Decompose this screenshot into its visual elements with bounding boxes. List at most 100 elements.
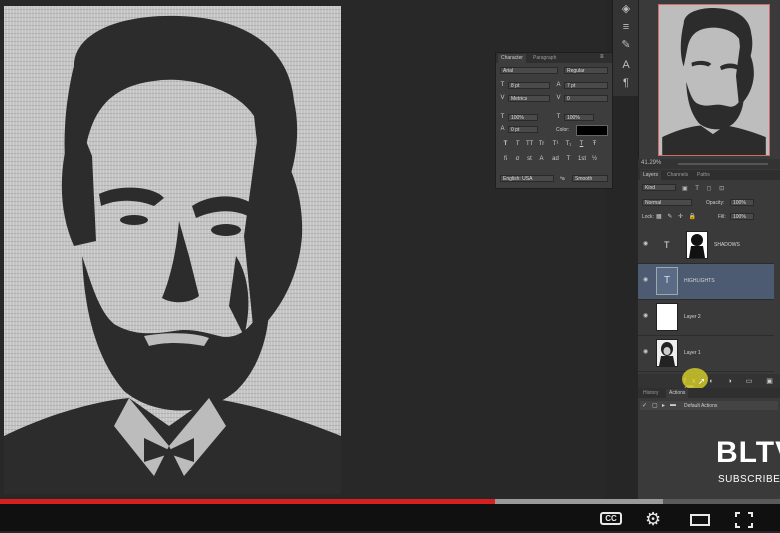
subscribe-text: SUBSCRIBE bbox=[718, 474, 780, 485]
settings-gear-icon[interactable]: ⚙ bbox=[645, 510, 661, 528]
opacity-label: Opacity: bbox=[706, 200, 725, 206]
folder-icon: ▬ bbox=[670, 402, 676, 408]
all-caps-button[interactable]: TT bbox=[526, 141, 533, 148]
discretionary-ligatures-button[interactable]: st bbox=[526, 156, 533, 163]
font-family-select[interactable]: Arial bbox=[500, 67, 558, 74]
theater-mode-button[interactable] bbox=[690, 514, 710, 526]
layer-thumbnail bbox=[686, 231, 708, 259]
navigator-thumbnail[interactable] bbox=[658, 4, 770, 156]
vertical-scale-icon: T bbox=[500, 114, 505, 120]
ordinals-button[interactable]: 1st bbox=[578, 156, 586, 163]
layer-row-layer-1[interactable]: ◉ Layer 1 bbox=[638, 336, 774, 372]
properties-panel-icon[interactable]: ≡ bbox=[618, 20, 634, 34]
layer-filter-kind-select[interactable]: Kind bbox=[642, 184, 676, 191]
font-size-field[interactable]: 8 pt bbox=[508, 82, 550, 89]
character-panel-icon[interactable]: A bbox=[618, 58, 634, 72]
panel-tool-strip: ◈ ≡ ✎ A ¶ bbox=[612, 0, 639, 96]
tab-channels[interactable]: Channels bbox=[664, 171, 691, 180]
stylistic-alternates-button[interactable]: ad bbox=[552, 156, 559, 163]
navigator-portrait bbox=[662, 8, 766, 155]
typographic-portrait-image[interactable] bbox=[4, 6, 341, 494]
font-style-select[interactable]: Regular bbox=[564, 67, 608, 74]
layer-thumbnail bbox=[656, 339, 678, 367]
dialog-toggle-icon[interactable]: ▢ bbox=[652, 402, 658, 409]
anti-alias-icon: ªa bbox=[560, 176, 565, 182]
font-size-icon: T bbox=[500, 82, 505, 88]
color-label: Color: bbox=[556, 127, 570, 133]
layer-row-layer-2[interactable]: ◉ Layer 2 bbox=[638, 300, 774, 336]
tab-actions[interactable]: Actions bbox=[666, 389, 689, 398]
layer-name[interactable]: Layer 1 bbox=[684, 350, 701, 356]
tab-history[interactable]: History bbox=[640, 389, 662, 398]
tab-character[interactable]: Character bbox=[498, 54, 526, 63]
visibility-eye-icon[interactable]: ◉ bbox=[643, 277, 651, 283]
titling-alternates-button[interactable]: T bbox=[565, 156, 572, 163]
swash-button[interactable]: A bbox=[538, 156, 545, 163]
underline-button[interactable]: T bbox=[578, 141, 585, 148]
checkmark-icon[interactable]: ✓ bbox=[642, 402, 647, 409]
typestyle-buttons-row: T T TT Tr T¹ T₁ T Ŧ bbox=[502, 141, 606, 149]
bltv-logo-text: BLTV bbox=[716, 436, 780, 469]
history-panel-icon[interactable]: ◈ bbox=[618, 2, 634, 16]
tab-paths[interactable]: Paths bbox=[694, 171, 713, 180]
blend-mode-select[interactable]: Normal bbox=[642, 199, 692, 206]
vertical-scale-field[interactable]: 100% bbox=[508, 114, 538, 121]
captions-button[interactable]: CC bbox=[600, 512, 622, 525]
horizontal-scale-icon: T bbox=[556, 114, 561, 120]
opacity-field[interactable]: 100% bbox=[730, 199, 754, 206]
baseline-shift-field[interactable]: 0 pt bbox=[508, 126, 538, 133]
text-layer-icon: T bbox=[664, 240, 670, 250]
kerning-icon: V bbox=[500, 95, 505, 101]
video-controls-bar bbox=[0, 504, 780, 531]
fullscreen-icon[interactable] bbox=[735, 512, 753, 528]
navigator-zoom-slider[interactable] bbox=[678, 163, 768, 165]
superscript-button[interactable]: T¹ bbox=[552, 141, 559, 148]
portrait-artwork bbox=[4, 15, 341, 494]
horizontal-scale-field[interactable]: 100% bbox=[564, 114, 594, 121]
layer-name[interactable]: HIGHLIGHTS bbox=[684, 278, 715, 284]
navigator-zoom-value[interactable]: 41.29% bbox=[641, 160, 661, 166]
character-panel: Character Paragraph ≡ Arial Regular T 8 … bbox=[495, 52, 613, 189]
kerning-field[interactable]: Metrics bbox=[508, 95, 550, 102]
language-select[interactable]: English: USA bbox=[500, 175, 554, 182]
text-color-swatch[interactable] bbox=[576, 125, 608, 136]
action-set-row[interactable]: ✓ ▢ ▸ ▬ Default Actions bbox=[640, 401, 778, 410]
panel-menu-icon[interactable]: ≡ bbox=[600, 54, 604, 60]
bltv-subscribe-logo[interactable]: BLTV SUBSCRIBE bbox=[716, 436, 780, 492]
baseline-shift-icon: A bbox=[500, 126, 505, 132]
small-caps-button[interactable]: Tr bbox=[538, 141, 545, 148]
tracking-field[interactable]: 0 bbox=[564, 95, 608, 102]
faux-italic-button[interactable]: T bbox=[514, 141, 521, 148]
layers-footer: fx ◐ ◑ ▭ ▣ ⌫ ➚ bbox=[638, 368, 780, 393]
leading-icon: A bbox=[556, 82, 561, 88]
paragraph-panel-icon[interactable]: ¶ bbox=[618, 76, 634, 90]
layer-row-shadows[interactable]: ◉ T SHADOWS bbox=[638, 228, 774, 264]
layer-row-highlights[interactable]: ◉ T HIGHLIGHTS bbox=[638, 264, 774, 300]
lock-label: Lock: bbox=[642, 214, 654, 220]
ligatures-button[interactable]: fi bbox=[502, 156, 509, 163]
contextual-alternates-button[interactable]: σ bbox=[514, 156, 521, 163]
layer-filter-icons[interactable]: ▣ T ◻ ⊡ bbox=[682, 185, 727, 192]
faux-bold-button[interactable]: T bbox=[502, 141, 509, 148]
brush-panel-icon[interactable]: ✎ bbox=[618, 38, 634, 52]
visibility-eye-icon[interactable]: ◉ bbox=[643, 313, 651, 319]
visibility-eye-icon[interactable]: ◉ bbox=[643, 349, 651, 355]
lock-icons[interactable]: ▦ ✎ ✛ 🔒 bbox=[656, 213, 698, 220]
layers-panel: Layers Channels Paths Kind ▣ T ◻ ⊡ Norma… bbox=[638, 170, 780, 393]
anti-alias-select[interactable]: Smooth bbox=[572, 175, 608, 182]
fractions-button[interactable]: ½ bbox=[591, 156, 598, 163]
visibility-eye-icon[interactable]: ◉ bbox=[643, 241, 651, 247]
expand-triangle-icon[interactable]: ▸ bbox=[662, 402, 665, 409]
mouse-cursor-icon: ➚ bbox=[698, 376, 706, 386]
tab-paragraph[interactable]: Paragraph bbox=[530, 54, 559, 63]
action-set-name[interactable]: Default Actions bbox=[684, 403, 717, 409]
layer-name[interactable]: SHADOWS bbox=[714, 242, 740, 248]
opentype-buttons-row: fi σ st A ad T 1st ½ bbox=[502, 156, 606, 164]
tab-layers[interactable]: Layers bbox=[640, 171, 662, 180]
subscript-button[interactable]: T₁ bbox=[565, 141, 572, 148]
strikethrough-button[interactable]: Ŧ bbox=[591, 141, 598, 148]
layer-name[interactable]: Layer 2 bbox=[684, 314, 701, 320]
fill-field[interactable]: 100% bbox=[730, 213, 754, 220]
tracking-icon: V bbox=[556, 95, 561, 101]
leading-field[interactable]: 7 pt bbox=[564, 82, 608, 89]
